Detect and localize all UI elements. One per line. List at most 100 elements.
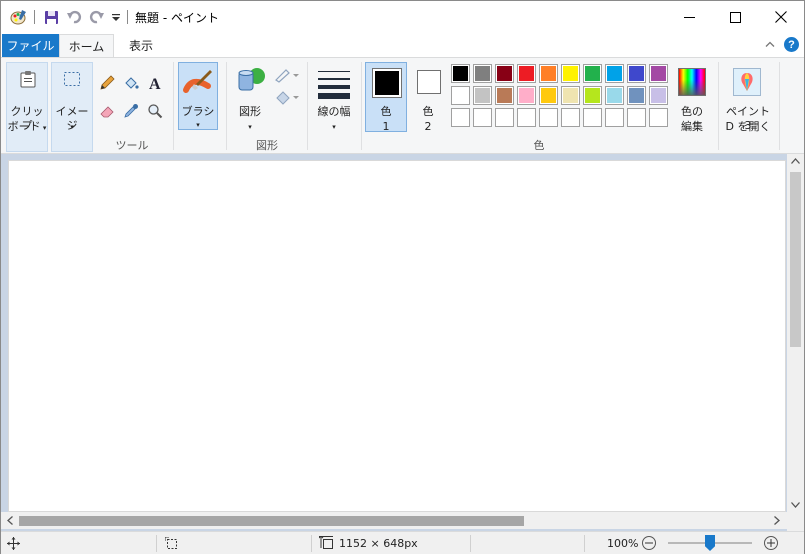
palette-swatch-fill: [585, 66, 600, 81]
dropdown-arrow-icon: ▾: [248, 123, 252, 131]
palette-swatch[interactable]: [649, 64, 668, 83]
palette-swatch[interactable]: [605, 86, 624, 105]
palette-swatch[interactable]: [583, 86, 602, 105]
plus-icon: [767, 539, 775, 547]
tab-file[interactable]: ファイル: [2, 34, 59, 57]
brushes-button[interactable]: ブラシ ▾: [178, 62, 218, 130]
palette-swatch[interactable]: [627, 108, 646, 127]
customize-qat-chevron-icon[interactable]: [107, 7, 125, 27]
paint-app-icon[interactable]: [9, 7, 27, 27]
group-separator: [718, 62, 719, 150]
palette-swatch[interactable]: [495, 108, 514, 127]
edit-colors-button[interactable]: 色の 編集: [672, 62, 712, 134]
clipboard-button[interactable]: クリップ ボード ▾: [6, 62, 48, 152]
palette-swatch[interactable]: [561, 86, 580, 105]
save-icon[interactable]: [42, 7, 60, 27]
scroll-left-icon[interactable]: [7, 516, 13, 525]
color2-button[interactable]: 色 2: [409, 62, 447, 133]
tab-view[interactable]: 表示: [117, 34, 165, 57]
tab-home[interactable]: ホーム: [59, 34, 114, 58]
workspace: [1, 154, 804, 531]
close-button[interactable]: [758, 1, 804, 33]
outline-dropdown-icon[interactable]: [274, 65, 300, 85]
dropdown-arrow-icon: ▾: [40, 124, 47, 132]
palette-swatch[interactable]: [605, 64, 624, 83]
clipboard-label-line2: ボード ▾: [7, 120, 47, 135]
palette-swatch[interactable]: [539, 108, 558, 127]
image-size-icon: [319, 536, 333, 549]
scroll-corner: [787, 514, 804, 531]
title-bar: 無題 - ペイント: [1, 1, 804, 33]
palette-swatch[interactable]: [627, 64, 646, 83]
fill-dropdown-icon[interactable]: [274, 87, 300, 107]
undo-icon[interactable]: [65, 7, 83, 27]
palette-swatch[interactable]: [473, 108, 492, 127]
palette-swatch[interactable]: [561, 108, 580, 127]
palette-swatch[interactable]: [539, 64, 558, 83]
palette-swatch[interactable]: [539, 86, 558, 105]
scroll-right-icon[interactable]: [774, 516, 780, 525]
vertical-scrollbar[interactable]: [787, 154, 804, 514]
pencil-icon[interactable]: [97, 73, 117, 93]
maximize-button[interactable]: [712, 1, 758, 33]
palette-swatch[interactable]: [583, 108, 602, 127]
window-title: 無題 - ペイント: [135, 11, 219, 25]
color2-label-line1: 色: [422, 105, 434, 118]
vertical-scroll-thumb[interactable]: [790, 172, 801, 347]
shapes-icon: [235, 66, 267, 94]
shapes-button[interactable]: 図形 ▾: [230, 62, 270, 134]
chevron-up-icon: [765, 41, 775, 47]
palette-swatch-fill: [453, 110, 468, 125]
drawing-canvas[interactable]: [8, 160, 786, 512]
palette-swatch-fill: [519, 110, 534, 125]
palette-swatch[interactable]: [517, 86, 536, 105]
scroll-up-icon[interactable]: [791, 158, 800, 164]
palette-swatch[interactable]: [473, 86, 492, 105]
collapse-ribbon-button[interactable]: [763, 37, 777, 51]
eraser-icon[interactable]: [97, 101, 117, 121]
palette-swatch-fill: [497, 110, 512, 125]
zoom-slider-thumb[interactable]: [705, 535, 715, 551]
color1-swatch: [372, 68, 402, 98]
palette-swatch[interactable]: [473, 64, 492, 83]
fill-bucket-icon[interactable]: [121, 73, 141, 93]
redo-icon[interactable]: [87, 7, 105, 27]
image-button[interactable]: イメージ ▾: [51, 62, 93, 152]
palette-swatch-fill: [629, 88, 644, 103]
qat-separator: [127, 10, 128, 24]
color1-button[interactable]: 色 1: [365, 62, 407, 133]
zoom-out-button[interactable]: [642, 536, 656, 550]
palette-swatch[interactable]: [517, 108, 536, 127]
palette-swatch[interactable]: [583, 64, 602, 83]
palette-swatch[interactable]: [495, 64, 514, 83]
palette-swatch[interactable]: [649, 108, 668, 127]
palette-swatch-fill: [629, 110, 644, 125]
palette-swatch[interactable]: [451, 64, 470, 83]
palette-swatch[interactable]: [649, 86, 668, 105]
ribbon-home: クリップ ボード ▾ イメージ ▾ A ツール ブラシ ▾ 図形 ▾ 図形 線の…: [1, 57, 804, 154]
palette-swatch[interactable]: [627, 86, 646, 105]
dropdown-arrow-icon: ▾: [332, 123, 336, 131]
palette-swatch[interactable]: [495, 86, 514, 105]
palette-swatch[interactable]: [451, 86, 470, 105]
shapes-button-label: 図形: [239, 105, 261, 118]
zoom-in-button[interactable]: [764, 536, 778, 550]
shapes-group-label: 図形: [256, 139, 278, 152]
size-button[interactable]: 線の幅 ▾: [312, 62, 356, 134]
color-picker-icon[interactable]: [121, 101, 141, 121]
text-tool-icon[interactable]: A: [145, 73, 165, 93]
magnifier-icon[interactable]: [145, 101, 165, 121]
minimize-button[interactable]: [666, 1, 712, 33]
horizontal-scrollbar[interactable]: [1, 512, 787, 529]
horizontal-scroll-thumb[interactable]: [19, 516, 524, 526]
svg-text:A: A: [149, 76, 161, 91]
open-paint3d-button[interactable]: ペイント 3 D を開く: [722, 62, 774, 134]
palette-swatch-fill: [497, 88, 512, 103]
palette-swatch[interactable]: [561, 64, 580, 83]
dropdown-arrow-icon: ▾: [70, 123, 74, 131]
palette-swatch[interactable]: [605, 108, 624, 127]
palette-swatch[interactable]: [517, 64, 536, 83]
help-button[interactable]: ?: [784, 37, 799, 52]
scroll-down-icon[interactable]: [791, 502, 800, 508]
palette-swatch[interactable]: [451, 108, 470, 127]
